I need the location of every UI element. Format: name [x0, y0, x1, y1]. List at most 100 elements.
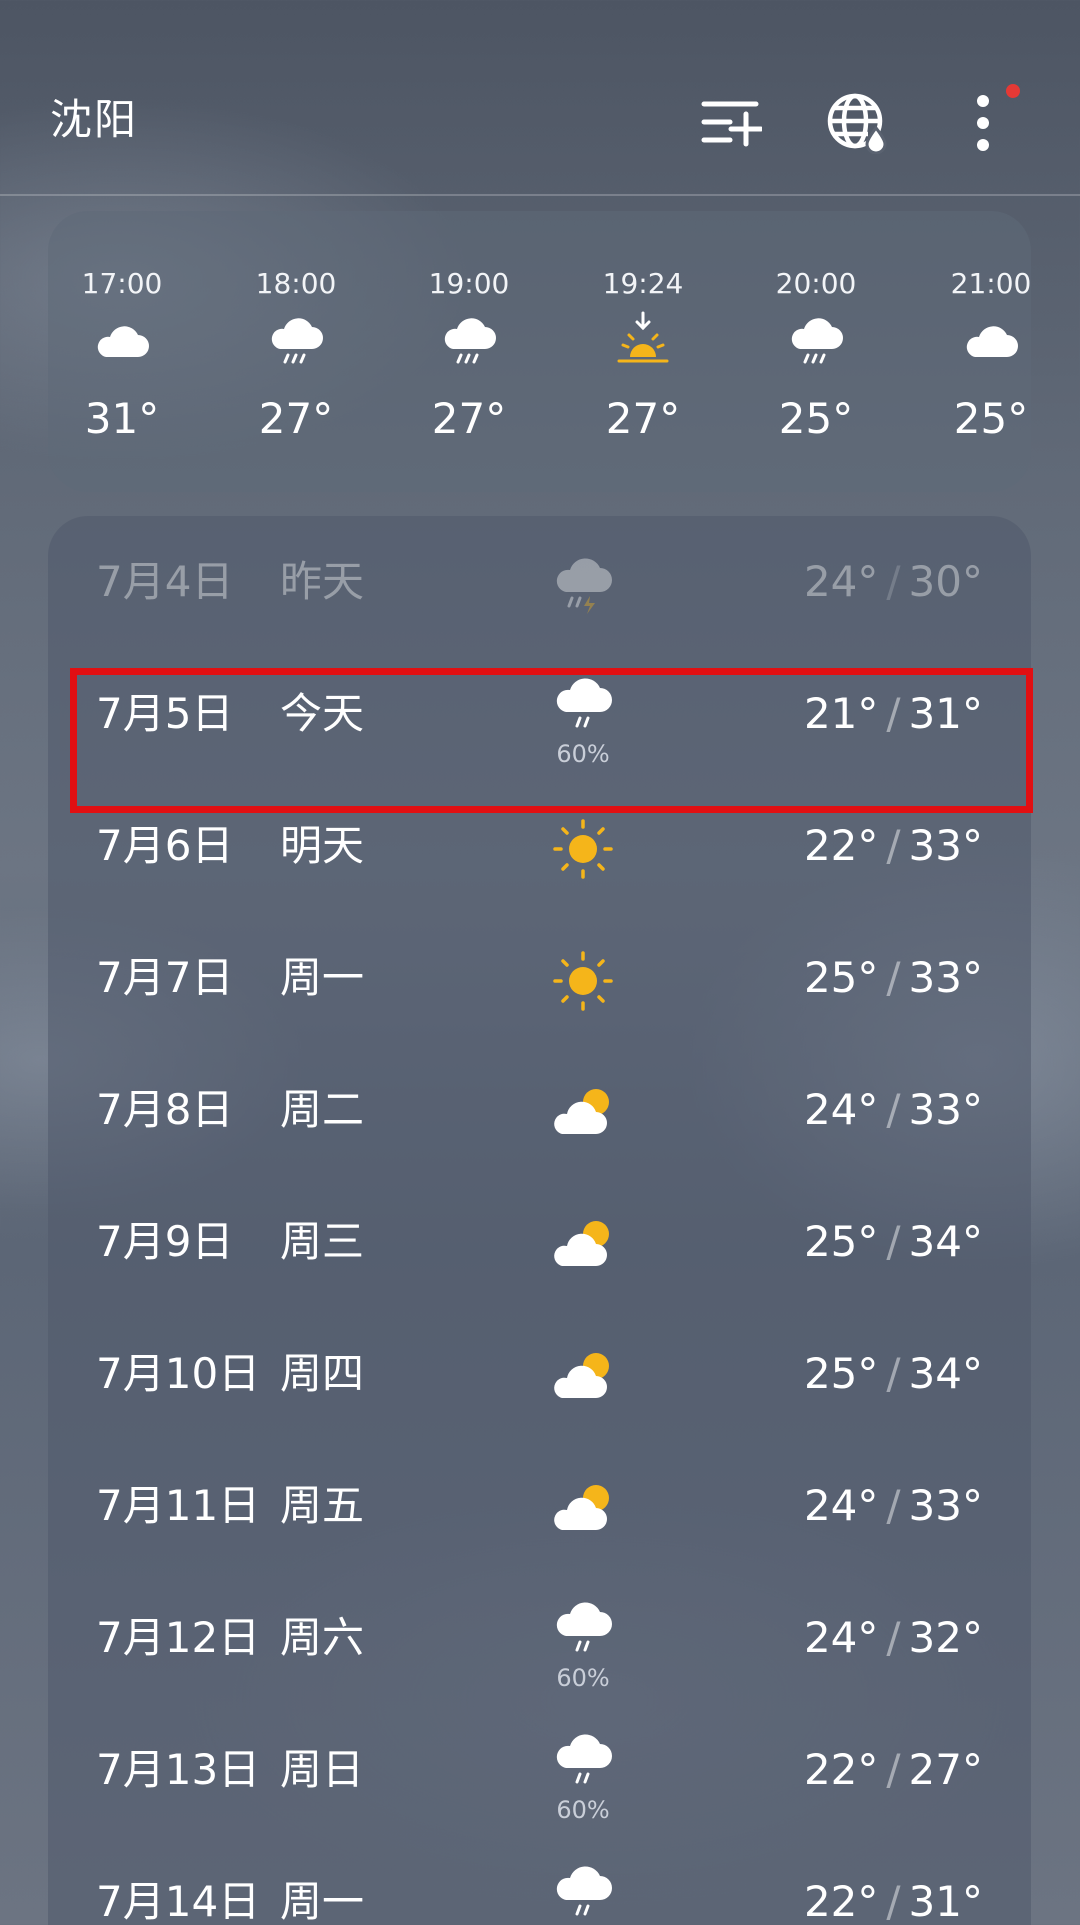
hourly-item: 19:00 27° [399, 211, 539, 492]
low-temp: 22° [803, 1877, 879, 1925]
add-city-icon [701, 101, 762, 147]
daily-row[interactable]: 7月11日 周五 24°/33° [48, 1440, 1031, 1572]
partly-cloudy-icon [554, 1353, 609, 1398]
day-label: 周四 [280, 1349, 365, 1398]
day-temps: 24°/32° [803, 1613, 983, 1662]
day-temps: 25°/33° [803, 953, 983, 1002]
header: 沈阳 [0, 0, 1080, 196]
high-temp: 33° [908, 1085, 983, 1134]
thunder-rain-icon [556, 558, 612, 614]
daily-row[interactable]: 7月4日 昨天 24°/30° [48, 516, 1031, 648]
daily-row[interactable]: 7月14日 周一 22°/31° [48, 1836, 1031, 1925]
sun-icon [553, 951, 613, 1011]
low-temp: 22° [803, 821, 879, 870]
hour-temp: 25° [778, 394, 854, 443]
partly-cloudy-icon [554, 1221, 609, 1266]
day-date: 7月4日 [96, 557, 234, 606]
precip-chance: 60% [556, 1664, 610, 1692]
today-highlight-box [70, 668, 1033, 813]
precip-chance: 60% [556, 1796, 610, 1824]
high-temp: 34° [908, 1217, 983, 1266]
day-label: 周日 [280, 1745, 365, 1794]
high-temp: 30° [908, 557, 983, 606]
hour-time: 17:00 [81, 267, 163, 300]
sunset-icon [617, 311, 669, 363]
sun-icon [553, 819, 613, 879]
daily-row[interactable]: 7月13日 周日 60% 22°/27° [48, 1704, 1031, 1836]
hour-temp: 31° [84, 394, 160, 443]
day-temps: 25°/34° [803, 1217, 983, 1266]
hourly-item: 19:24 27° [573, 211, 713, 492]
low-temp: 24° [803, 1613, 879, 1662]
more-icon [977, 95, 989, 151]
day-label: 周五 [280, 1481, 365, 1530]
daily-row[interactable]: 7月7日 周一 25°/33° [48, 912, 1031, 1044]
partly-cloudy-icon [554, 1089, 609, 1134]
day-temps: 22°/31° [803, 1877, 983, 1925]
day-temps: 24°/30° [803, 557, 983, 606]
day-date: 7月13日 [96, 1745, 261, 1794]
day-label: 明天 [280, 821, 365, 870]
daily-row[interactable]: 7月12日 周六 60% 24°/32° [48, 1572, 1031, 1704]
high-temp: 32° [908, 1613, 983, 1662]
add-city-button[interactable] [696, 88, 766, 158]
hour-time: 20:00 [775, 267, 857, 300]
day-date: 7月7日 [96, 953, 234, 1002]
day-date: 7月14日 [96, 1877, 261, 1925]
day-temps: 25°/34° [803, 1349, 983, 1398]
cloud-icon [966, 326, 1018, 357]
city-name[interactable]: 沈阳 [50, 92, 138, 148]
day-date: 7月8日 [96, 1085, 234, 1134]
hourly-item: 18:00 27° [226, 211, 366, 492]
day-temps: 22°/33° [803, 821, 983, 870]
day-label: 周三 [280, 1217, 365, 1266]
low-temp: 22° [803, 1745, 879, 1794]
low-temp: 24° [803, 1085, 879, 1134]
day-temps: 24°/33° [803, 1481, 983, 1530]
hour-time: 18:00 [255, 267, 337, 300]
hourly-forecast-card[interactable]: 17:00 31° 18:00 27° 19:00 27° 19:24 27° … [48, 211, 1031, 492]
hour-temp: 27° [431, 394, 507, 443]
low-temp: 25° [803, 953, 879, 1002]
day-date: 7月9日 [96, 1217, 234, 1266]
hour-time: 19:24 [602, 267, 684, 300]
day-date: 7月11日 [96, 1481, 261, 1530]
day-label: 周六 [280, 1613, 365, 1662]
rain-icon [444, 318, 496, 364]
more-button[interactable] [948, 88, 1018, 158]
hourly-item: 20:00 25° [746, 211, 886, 492]
day-label: 周二 [280, 1085, 365, 1134]
hour-temp: 25° [953, 394, 1029, 443]
rain-icon [556, 1866, 612, 1916]
low-temp: 24° [803, 557, 879, 606]
cloud-icon [97, 326, 149, 357]
globe-button[interactable] [822, 88, 892, 158]
high-temp: 33° [908, 953, 983, 1002]
hourly-item: 17:00 31° [52, 211, 192, 492]
daily-row[interactable]: 7月8日 周二 24°/33° [48, 1044, 1031, 1176]
high-temp: 27° [908, 1745, 983, 1794]
daily-row[interactable]: 7月10日 周四 25°/34° [48, 1308, 1031, 1440]
hourly-item: 21:00 25° [921, 211, 1061, 492]
rain-icon [556, 1734, 612, 1784]
notification-dot [1006, 84, 1020, 98]
low-temp: 24° [803, 1481, 879, 1530]
low-temp: 25° [803, 1217, 879, 1266]
day-date: 7月10日 [96, 1349, 261, 1398]
day-date: 7月6日 [96, 821, 234, 870]
day-date: 7月12日 [96, 1613, 261, 1662]
hour-time: 19:00 [428, 267, 510, 300]
daily-row[interactable]: 7月9日 周三 25°/34° [48, 1176, 1031, 1308]
high-temp: 33° [908, 1481, 983, 1530]
day-label: 周一 [280, 1877, 365, 1925]
high-temp: 34° [908, 1349, 983, 1398]
rain-icon [556, 1602, 612, 1652]
day-label: 昨天 [280, 557, 365, 606]
hour-time: 21:00 [950, 267, 1032, 300]
day-temps: 24°/33° [803, 1085, 983, 1134]
day-temps: 22°/27° [803, 1745, 983, 1794]
rain-icon [271, 318, 323, 364]
hour-temp: 27° [605, 394, 681, 443]
hour-temp: 27° [258, 394, 334, 443]
low-temp: 25° [803, 1349, 879, 1398]
